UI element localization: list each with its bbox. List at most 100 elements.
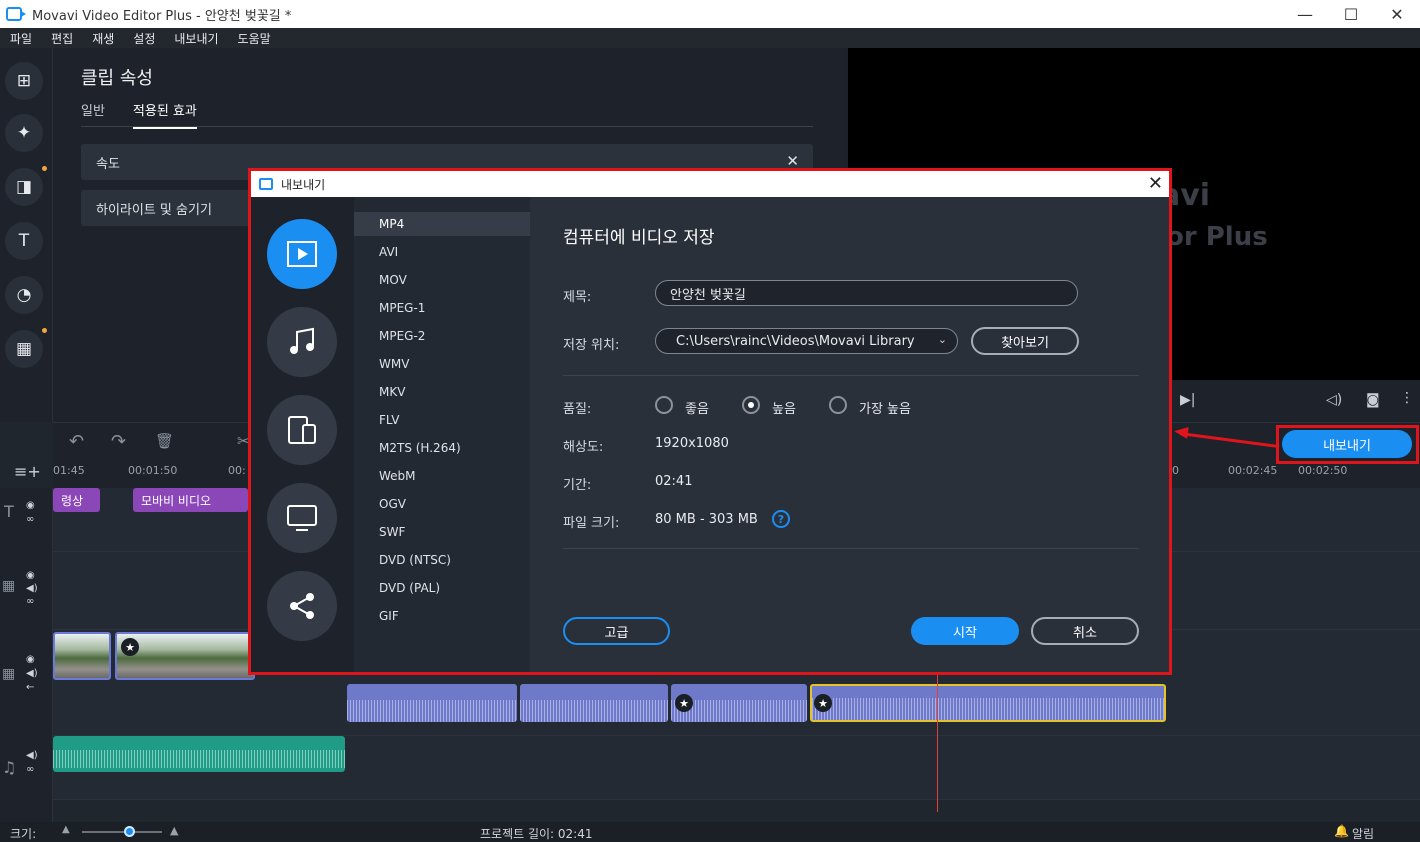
filters-icon[interactable]: ◔ xyxy=(5,276,43,314)
music-track xyxy=(53,736,1420,800)
format-flv[interactable]: FLV xyxy=(354,408,530,432)
music-note-icon xyxy=(290,327,314,354)
advanced-button[interactable]: 고급 xyxy=(563,617,670,645)
quality-good-radio[interactable] xyxy=(655,396,673,414)
track-header-titles: T ◉ ∞ xyxy=(0,488,53,552)
format-mp4[interactable]: MP4 xyxy=(354,212,530,236)
speaker-icon[interactable]: ◀) xyxy=(26,668,38,679)
quality-highest-label[interactable]: 가장 높음 xyxy=(859,398,911,417)
format-ogv[interactable]: OGV xyxy=(354,492,530,516)
title-bar: Movavi Video Editor Plus - 안양천 벚꽃길 * — ☐… xyxy=(0,0,1420,28)
transitions-icon[interactable]: ◨ xyxy=(5,166,47,206)
title-clip[interactable]: 령상 xyxy=(53,488,100,512)
visibility-eye-icon[interactable]: ◉ xyxy=(26,654,35,665)
music-track-icon: ♫ xyxy=(2,758,17,777)
format-webm[interactable]: WebM xyxy=(354,464,530,488)
monitor-icon xyxy=(287,505,317,531)
quality-high-label[interactable]: 높음 xyxy=(772,398,796,417)
menu-playback[interactable]: 재생 xyxy=(82,30,123,47)
device-category-button[interactable] xyxy=(267,395,337,465)
add-track-icon[interactable]: ≡+ xyxy=(14,462,41,481)
format-mkv[interactable]: MKV xyxy=(354,380,530,404)
start-export-button[interactable]: 시작 xyxy=(911,617,1019,645)
cancel-button[interactable]: 취소 xyxy=(1031,617,1139,645)
audio-waveform-clip[interactable]: ★ xyxy=(671,684,807,722)
bell-icon[interactable]: 🔔 xyxy=(1334,824,1349,838)
audio-waveform-clip[interactable] xyxy=(347,684,517,722)
format-dvd-ntsc[interactable]: DVD (NTSC) xyxy=(354,548,530,572)
menu-file[interactable]: 파일 xyxy=(0,30,41,47)
undo-icon[interactable]: ↶ xyxy=(69,431,84,452)
format-mpeg2[interactable]: MPEG-2 xyxy=(354,324,530,348)
effect-star-icon: ★ xyxy=(121,638,139,656)
visibility-eye-icon[interactable]: ◉ xyxy=(26,500,35,511)
quality-highest-radio[interactable] xyxy=(829,396,847,414)
volume-icon[interactable]: ◁) xyxy=(1326,392,1342,408)
delete-icon[interactable]: 🗑 xyxy=(155,432,174,450)
link-icon[interactable]: ∞ xyxy=(26,596,34,607)
close-button[interactable]: ✕ xyxy=(1374,0,1420,28)
export-dialog: 내보내기 ✕ MP4 AVI MOV MPEG-1 MPEG-2 WMV MKV… xyxy=(251,171,1169,672)
menu-help[interactable]: 도움말 xyxy=(228,30,280,47)
format-avi[interactable]: AVI xyxy=(354,240,530,264)
redo-icon[interactable]: ↷ xyxy=(111,431,126,452)
skip-forward-icon[interactable]: ▶| xyxy=(1180,392,1195,408)
audio-waveform-clip[interactable] xyxy=(520,684,668,722)
speaker-icon[interactable]: ◀) xyxy=(26,750,38,761)
title-clip-label: 모바비 비디오 xyxy=(141,493,212,508)
tab-applied-effects[interactable]: 적용된 효과 xyxy=(132,100,197,129)
speaker-icon[interactable]: ◀) xyxy=(26,583,38,594)
minimize-button[interactable]: — xyxy=(1282,0,1328,28)
share-category-button[interactable] xyxy=(267,571,337,641)
format-swf[interactable]: SWF xyxy=(354,520,530,544)
more-options-icon[interactable]: ⋮ xyxy=(1400,390,1414,406)
format-mov[interactable]: MOV xyxy=(354,268,530,292)
more-tools-icon[interactable]: ▦ xyxy=(5,328,47,368)
format-gif[interactable]: GIF xyxy=(354,604,530,628)
quality-good-label[interactable]: 좋음 xyxy=(685,398,709,417)
format-dvd-pal[interactable]: DVD (PAL) xyxy=(354,576,530,600)
maximize-button[interactable]: ☐ xyxy=(1328,0,1374,28)
music-clip[interactable] xyxy=(53,736,345,772)
format-m2ts[interactable]: M2TS (H.264) xyxy=(354,436,530,460)
snapshot-camera-icon[interactable]: ◙ xyxy=(1366,392,1380,408)
dialog-close-icon[interactable]: ✕ xyxy=(1148,173,1163,194)
zoom-slider-knob[interactable] xyxy=(124,826,135,837)
menu-settings[interactable]: 설정 xyxy=(123,30,164,47)
browse-button[interactable]: 찾아보기 xyxy=(971,327,1079,355)
play-video-icon xyxy=(287,241,317,267)
add-media-icon[interactable]: ⊞ xyxy=(5,62,43,100)
name-label: 제목: xyxy=(563,290,592,305)
titles-icon[interactable]: T xyxy=(5,222,43,260)
tab-general[interactable]: 일반 xyxy=(81,100,105,129)
location-select[interactable]: C:\Users\rainc\Videos\Movavi Library ⌄ xyxy=(655,328,958,354)
magic-wand-icon[interactable]: ✦ xyxy=(5,114,43,152)
help-icon[interactable]: ? xyxy=(772,510,790,528)
menu-export[interactable]: 내보내기 xyxy=(164,30,227,47)
video-category-button[interactable] xyxy=(267,219,337,289)
duration-label: 기간: xyxy=(563,478,592,493)
visibility-eye-icon[interactable]: ◉ xyxy=(26,570,35,581)
link-icon[interactable]: ∞ xyxy=(26,514,34,525)
alerts-label[interactable]: 알림 xyxy=(1352,825,1374,842)
separator xyxy=(563,375,1139,376)
tv-category-button[interactable] xyxy=(267,483,337,553)
track-header-music: ♫ ◀) ∞ xyxy=(0,736,53,800)
detach-audio-icon[interactable]: ← xyxy=(26,682,34,693)
format-wmv[interactable]: WMV xyxy=(354,352,530,376)
zoom-slider[interactable] xyxy=(82,831,162,833)
zoom-out-icon[interactable]: ▲ xyxy=(62,824,70,835)
video-clip[interactable]: ★ xyxy=(115,632,255,680)
video-clip[interactable] xyxy=(53,632,111,680)
title-clip[interactable]: 모바비 비디오 xyxy=(133,488,248,512)
menu-edit[interactable]: 편집 xyxy=(41,30,82,47)
zoom-in-icon[interactable]: ▲ xyxy=(170,824,178,837)
ruler-tick: 00:02:50 xyxy=(1298,464,1348,477)
name-field[interactable]: 안양천 벚꽃길 xyxy=(655,280,1078,306)
quality-high-radio[interactable] xyxy=(742,396,760,414)
format-mpeg1[interactable]: MPEG-1 xyxy=(354,296,530,320)
link-icon[interactable]: ∞ xyxy=(26,764,34,775)
export-category-sidebar xyxy=(251,197,354,672)
audio-category-button[interactable] xyxy=(267,307,337,377)
selected-audio-clip[interactable]: ★ xyxy=(810,684,1166,722)
